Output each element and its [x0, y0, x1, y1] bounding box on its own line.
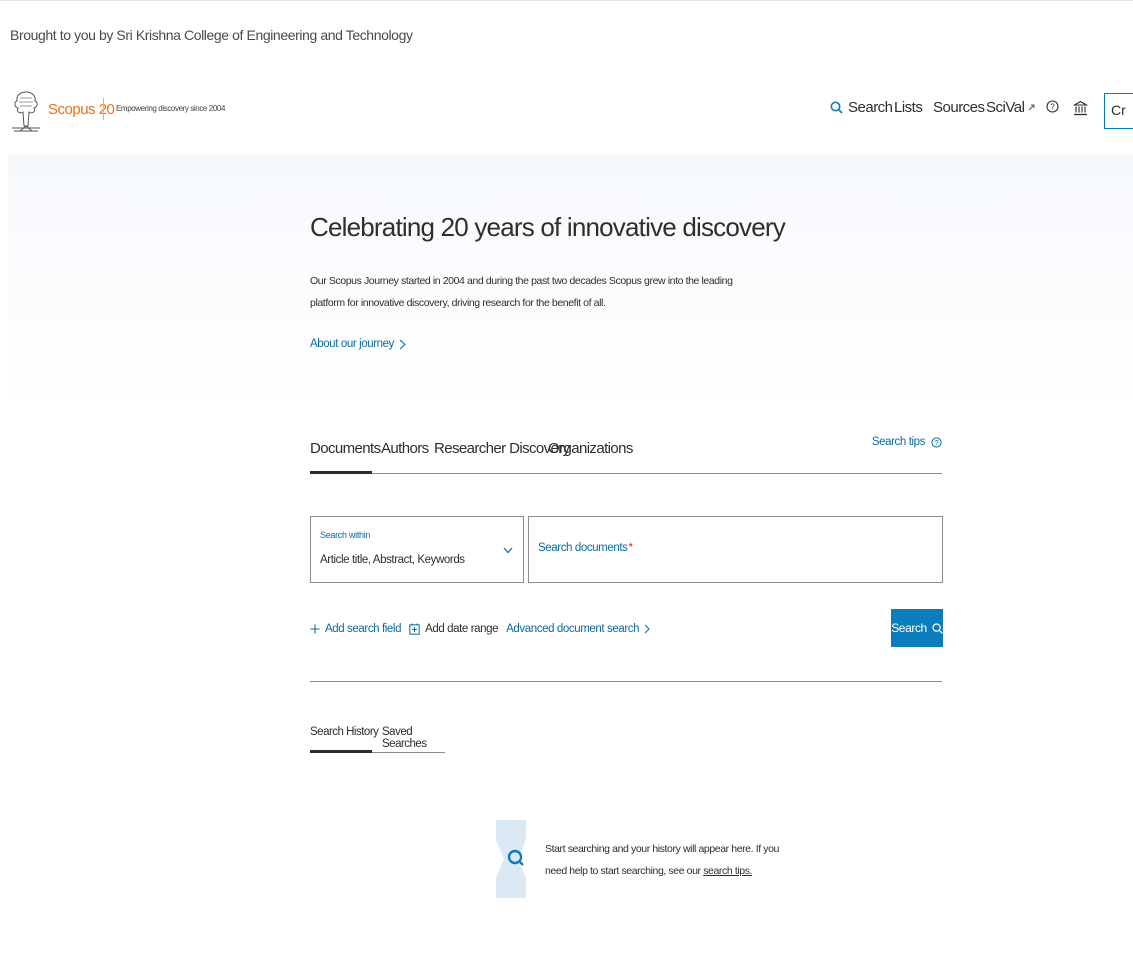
svg-text:?: ?: [935, 440, 939, 447]
add-date-range-label: Add date range: [425, 623, 499, 635]
search-button[interactable]: Search: [891, 609, 943, 647]
add-search-field-button[interactable]: Add search field: [310, 623, 401, 635]
chevron-down-icon: [503, 547, 513, 554]
header: Scopus 20 Empowering discovery since 200…: [0, 80, 1133, 142]
tab-saved-searches[interactable]: Saved Searches: [382, 726, 445, 750]
help-icon[interactable]: ?: [1046, 100, 1059, 113]
active-history-tab-indicator: [310, 750, 372, 753]
search-placeholder-text: Search documents: [538, 542, 628, 554]
search-icon: [932, 622, 943, 634]
tab-organizations[interactable]: Organizations: [548, 440, 633, 457]
search-icon: [830, 101, 843, 114]
brand-tagline: Empowering discovery since 2004: [116, 104, 225, 113]
calendar-icon: [409, 623, 420, 635]
nav-search-label: Search: [848, 99, 893, 116]
help-icon: ?: [931, 436, 942, 448]
create-account-button[interactable]: Cr: [1104, 93, 1133, 129]
nav-scival[interactable]: SciVal: [986, 99, 1036, 116]
chevron-right-icon: [399, 339, 406, 349]
about-journey-link[interactable]: About our journey: [310, 338, 406, 350]
tab-authors[interactable]: Authors: [381, 440, 429, 457]
search-tips-inline-link[interactable]: search tips.: [703, 865, 752, 877]
search-tabs: Documents Authors Researcher Discovery O…: [310, 436, 942, 474]
institution-icon[interactable]: [1073, 100, 1088, 116]
brand-divider: [103, 98, 104, 120]
hero-body: Our Scopus Journey started in 2004 and d…: [310, 275, 733, 309]
chevron-right-icon: [644, 624, 650, 634]
elsevier-logo[interactable]: [10, 86, 42, 134]
active-tab-indicator: [310, 471, 372, 474]
plus-icon: [310, 624, 320, 634]
nav-lists[interactable]: Lists: [894, 99, 923, 116]
nav-sources[interactable]: Sources: [933, 99, 985, 116]
section-divider: [310, 681, 942, 682]
empty-history-message: Start searching and your history will ap…: [545, 838, 785, 882]
nav-search[interactable]: Search: [830, 99, 893, 116]
institution-text: Brought to you by Sri Krishna College of…: [10, 27, 413, 43]
search-within-select[interactable]: Search within Article title, Abstract, K…: [310, 516, 524, 583]
search-button-label: Search: [891, 621, 927, 635]
search-within-label: Search within: [320, 530, 371, 540]
about-journey-label: About our journey: [310, 338, 394, 350]
scopus-brand[interactable]: Scopus 20: [48, 101, 115, 118]
search-tips-label: Search tips: [871, 436, 926, 448]
search-within-value: Article title, Abstract, Keywords: [320, 554, 465, 566]
search-documents-input[interactable]: Search documents*: [528, 516, 943, 583]
search-tips-link[interactable]: Search tips ?: [872, 436, 942, 448]
institution-bar: Brought to you by Sri Krishna College of…: [0, 0, 1133, 70]
advanced-search-label: Advanced document search: [506, 623, 640, 635]
tab-search-history[interactable]: Search History: [310, 726, 379, 738]
history-tabs: Search History Saved Searches: [310, 722, 445, 753]
empty-history-illustration: [496, 820, 526, 898]
brand-name: Scopus: [48, 101, 96, 118]
required-marker: *: [628, 542, 633, 554]
external-link-icon: [1029, 104, 1035, 111]
add-date-range-button[interactable]: Add date range: [409, 623, 499, 635]
svg-text:?: ?: [1050, 103, 1055, 112]
hero-title: Celebrating 20 years of innovative disco…: [310, 212, 786, 242]
search-documents-placeholder: Search documents*: [538, 542, 633, 554]
tab-documents[interactable]: Documents: [310, 440, 381, 457]
brand-number: 20: [98, 101, 115, 118]
search-actions: Add search field Add date range Advanced…: [310, 619, 658, 639]
add-search-field-label: Add search field: [325, 623, 402, 635]
advanced-search-link[interactable]: Advanced document search: [506, 623, 650, 635]
nav-scival-label: SciVal: [986, 99, 1025, 116]
